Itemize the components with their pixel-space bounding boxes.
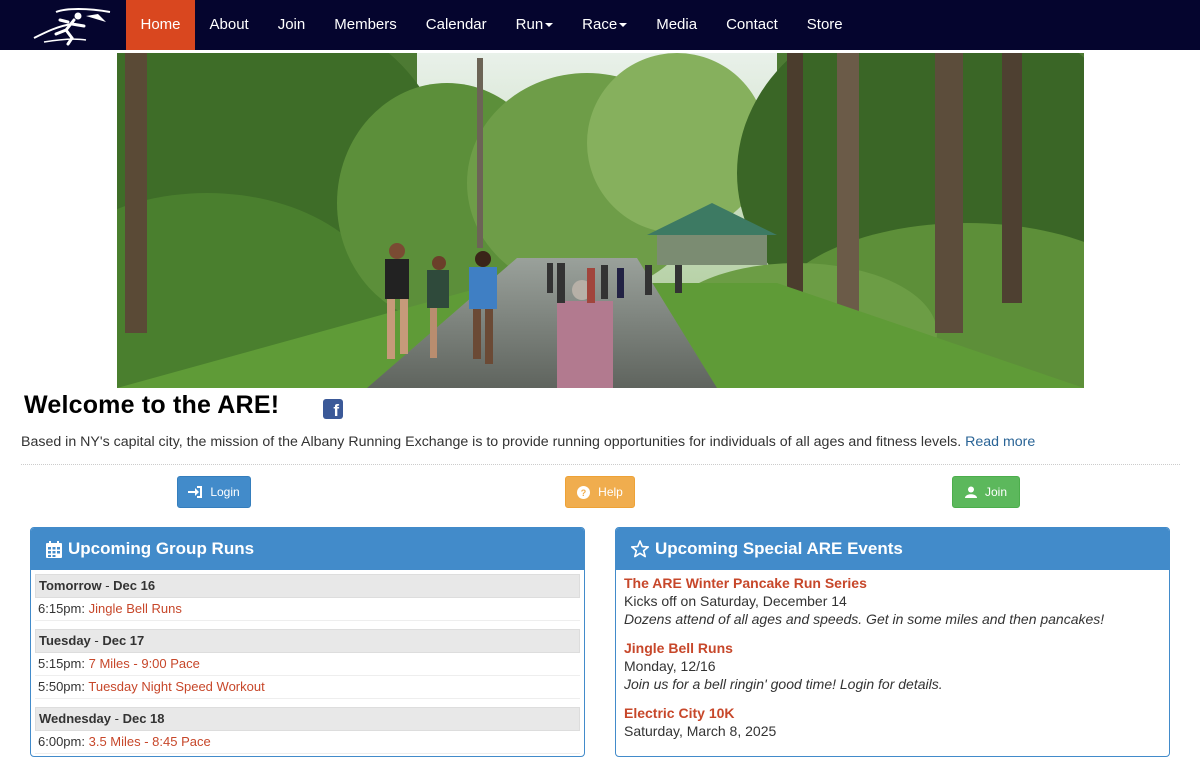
divider (21, 464, 1180, 465)
run-link[interactable]: Tuesday Night Speed Workout (88, 679, 264, 694)
nav-item-label: Calendar (425, 16, 487, 33)
nav-item-store[interactable]: Store (792, 0, 857, 50)
group-runs-header: Upcoming Group Runs (31, 528, 584, 570)
nav-item-home[interactable]: Home (126, 0, 196, 50)
run-time: 6:00pm (38, 734, 82, 749)
event-date: Saturday, March 8, 2025 (624, 723, 777, 739)
day-name: Tuesday (39, 633, 91, 648)
event-desc: Dozens attend of all ages and speeds. Ge… (624, 611, 1105, 627)
event-date: Kicks off on Saturday, December 14 (624, 593, 847, 609)
event-title-link[interactable]: The ARE Winter Pancake Run Series (624, 574, 1161, 592)
special-events-list: The ARE Winter Pancake Run Series Kicks o… (616, 570, 1169, 740)
day-header: Wednesday - Dec 18 (35, 707, 580, 731)
nav-item-race[interactable]: Race (568, 0, 642, 50)
day-name: Tomorrow (39, 578, 102, 593)
event-date: Monday, 12/16 (624, 658, 716, 674)
join-label: Join (984, 485, 1007, 499)
day-header: Tuesday - Dec 17 (35, 629, 580, 653)
mission-statement: Based in NY's capital city, the mission … (21, 434, 962, 450)
hero-photo-runners-on-trail (117, 53, 1084, 388)
event-desc: Join us for a bell ringin' good time! Lo… (624, 676, 943, 692)
nav-item-label: Contact (726, 16, 778, 33)
nav-item-label: About (209, 16, 249, 33)
event-item: Jingle Bell Runs Monday, 12/16 Join us for… (624, 639, 1161, 693)
run-time: 5:50pm (38, 679, 82, 694)
event-title-link[interactable]: Electric City 10K (624, 704, 1161, 722)
event-title-link[interactable]: Jingle Bell Runs (624, 639, 1161, 657)
user-icon (964, 486, 977, 498)
run-link[interactable]: 3.5 Miles - 8:45 Pace (89, 734, 211, 749)
star-icon (631, 540, 649, 558)
nav-item-label: Media (656, 16, 698, 33)
welcome-heading: Welcome to the ARE! (24, 391, 280, 419)
nav-item-about[interactable]: About (195, 0, 263, 50)
special-events-header: Upcoming Special ARE Events (616, 528, 1169, 570)
join-button[interactable]: Join (952, 476, 1020, 508)
event-item: The ARE Winter Pancake Run Series Kicks o… (624, 574, 1161, 628)
day-date: Dec 18 (122, 711, 165, 726)
run-row: 5:50pm: Tuesday Night Speed Workout (35, 676, 580, 699)
run-time: 5:15pm (38, 656, 82, 671)
run-link[interactable]: 7 Miles - 9:00 Pace (89, 656, 200, 671)
nav-item-label: Race (582, 16, 618, 33)
caret-down-icon (545, 23, 554, 28)
nav-item-join[interactable]: Join (263, 0, 320, 50)
group-runs-title: Upcoming Group Runs (68, 539, 255, 558)
run-time: 6:15pm (38, 601, 82, 616)
are-runner-logo[interactable] (26, 4, 116, 46)
facebook-icon[interactable]: f (323, 399, 343, 419)
day-group: Wednesday - Dec 18 6:00pm: 3.5 Miles - 8:… (35, 707, 580, 754)
read-more-link[interactable]: Read more (965, 434, 1035, 450)
help-label: Help (598, 485, 623, 499)
nav-item-members[interactable]: Members (320, 0, 412, 50)
day-name: Wednesday (39, 711, 112, 726)
login-button[interactable]: Login (177, 476, 251, 508)
event-item: Electric City 10K Saturday, March 8, 2025 (624, 704, 1161, 740)
special-events-panel: Upcoming Special ARE Events The ARE Wint… (615, 527, 1170, 757)
main-nav: Home About Join Members Calendar Run Race Media… (126, 0, 857, 50)
run-row: 5:15pm: 7 Miles - 9:00 Pace (35, 653, 580, 676)
nav-item-label: Members (334, 16, 397, 33)
nav-item-label: Home (140, 16, 181, 33)
run-row: 6:00pm: 3.5 Miles - 8:45 Pace (35, 731, 580, 754)
nav-item-label: Store (806, 16, 843, 33)
group-runs-panel: Upcoming Group Runs Tomorrow - Dec 16 6:1… (30, 527, 585, 757)
day-date: Dec 16 (113, 578, 156, 593)
run-row: 6:15pm: Jingle Bell Runs (35, 598, 580, 621)
help-button[interactable]: ? Help (565, 476, 635, 508)
nav-item-calendar[interactable]: Calendar (411, 0, 501, 50)
run-link[interactable]: Jingle Bell Runs (89, 601, 182, 616)
nav-item-contact[interactable]: Contact (712, 0, 793, 50)
nav-item-media[interactable]: Media (642, 0, 712, 50)
mission-text: Based in NY's capital city, the mission … (21, 434, 1035, 450)
svg-text:?: ? (581, 488, 587, 498)
login-label: Login (210, 485, 240, 499)
caret-down-icon (619, 23, 628, 28)
calendar-icon (46, 540, 62, 558)
day-group: Tomorrow - Dec 16 6:15pm: Jingle Bell Run… (35, 574, 580, 621)
nav-item-label: Run (515, 16, 544, 33)
nav-item-label: Join (277, 16, 306, 33)
special-events-title: Upcoming Special ARE Events (655, 539, 903, 558)
top-navbar: Home About Join Members Calendar Run Race Media… (0, 0, 1200, 50)
day-group: Tuesday - Dec 17 5:15pm: 7 Miles - 9:00 P… (35, 629, 580, 699)
question-circle-icon: ? (577, 485, 591, 499)
group-runs-list: Tomorrow - Dec 16 6:15pm: Jingle Bell Run… (31, 570, 584, 754)
day-header: Tomorrow - Dec 16 (35, 574, 580, 598)
nav-item-run[interactable]: Run (501, 0, 568, 50)
day-date: Dec 17 (102, 633, 145, 648)
sign-in-icon (188, 486, 203, 498)
